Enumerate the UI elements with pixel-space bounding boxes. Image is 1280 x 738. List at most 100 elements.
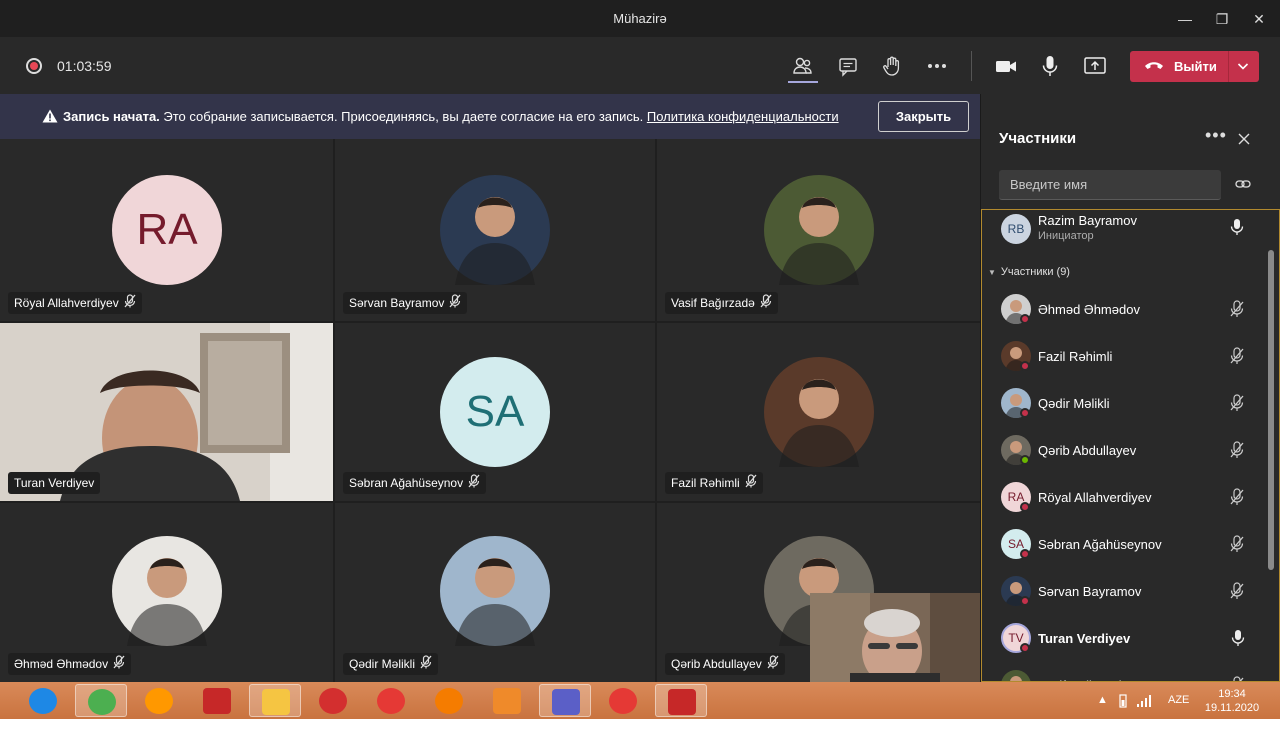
participant-name: Turan Verdiyev [14,476,95,490]
organizer-row[interactable]: RB Razim Bayramov Инициатор [982,210,1279,254]
participant-row-avatar [1001,670,1031,681]
firefox-alt-icon [145,688,173,714]
taskbar-chrome-button[interactable] [75,684,127,717]
more-actions-button[interactable] [924,53,950,79]
toolbar-divider [971,51,972,81]
participant-row[interactable]: RA Röyal Allahverdiyev [982,482,1268,526]
panel-more-options-icon[interactable]: ••• [1205,126,1227,144]
participant-row[interactable]: Qədir Məlikli [982,388,1268,432]
participant-search-input[interactable] [999,170,1221,200]
attendees-section-label: Участники (9) [1000,266,1070,278]
banner-close-button[interactable]: Закрыть [878,101,969,132]
microphone-muted-icon [124,294,136,308]
microphone-muted-icon [1230,488,1244,505]
taskbar-firefox-alt-button[interactable] [133,684,185,717]
taskbar-internet-explorer-button[interactable] [17,684,69,717]
raise-hand-button[interactable] [879,53,905,79]
taskbar-yandex-button[interactable] [365,684,417,717]
video-tile[interactable]: SA Səbran Ağahüseynov [335,323,655,501]
taskbar-autocad-button[interactable] [191,684,243,717]
microphone-muted-icon [1230,535,1244,552]
close-window-button[interactable]: ✕ [1248,8,1270,30]
taskbar-media-player-button[interactable] [481,684,533,717]
chevron-down-icon[interactable] [1236,59,1250,73]
leave-meeting-button[interactable]: Выйти [1130,51,1259,82]
taskbar-teams-button[interactable] [539,684,591,717]
participant-mic-status [1229,535,1245,558]
participant-row[interactable]: Əhməd Əhmədov [982,294,1268,338]
participant-row[interactable]: TV Turan Verdiyev [982,623,1268,667]
participant-avatar-photo [764,357,874,467]
privacy-policy-link[interactable]: Политика конфиденциальности [647,109,839,124]
video-tile[interactable]: RA Röyal Allahverdiyev [0,139,333,321]
windows-taskbar: ▲ AZE [0,682,1280,719]
clock-date: 19.11.2020 [1204,702,1260,714]
video-tile[interactable]: Fazil Rəhimli [657,323,980,501]
self-video-preview[interactable] [810,593,980,682]
participant-row[interactable]: Vasif Bağırzadə [982,670,1268,681]
presence-status-dot [1020,408,1030,418]
participant-list-scrollbar[interactable] [1268,250,1274,570]
chat-icon [839,58,857,77]
participant-row[interactable]: Sərvan Bayramov [982,576,1268,620]
participant-row-name: Qərib Abdullayev [1038,443,1137,458]
microphone-muted-icon [1230,441,1244,458]
avatar-photo-image [455,558,535,646]
taskbar-yandex-browser-button[interactable] [597,684,649,717]
mic-muted-indicator [760,293,772,315]
microphone-muted-icon [113,655,125,669]
leave-label: Выйти [1174,59,1217,74]
share-screen-button[interactable] [1082,53,1108,79]
participant-row[interactable]: SA Səbran Ağahüseynov [982,529,1268,573]
microphone-muted-icon [745,474,757,488]
camera-toggle-button[interactable] [993,53,1019,79]
taskbar-acrobat-button[interactable] [655,684,707,717]
panel-close-icon[interactable] [1237,132,1251,146]
maximize-button[interactable]: ❐ [1211,8,1233,30]
participant-avatar-photo [764,175,874,285]
attendees-section-header[interactable]: ▼ Участники (9) [988,266,1070,278]
minimize-button[interactable]: — [1174,8,1196,30]
video-tile[interactable]: Turan Verdiyev [0,323,333,501]
participant-row[interactable]: Qərib Abdullayev [982,435,1268,479]
participant-name: Vasif Bağırzadə [671,296,755,310]
participant-name: Sərvan Bayramov [349,296,445,310]
yandex-browser-icon [609,688,637,714]
mic-muted-indicator [420,654,432,676]
microphone-on-icon [1230,219,1244,235]
taskbar-file-explorer-button[interactable] [249,684,301,717]
microphone-muted-icon [760,294,772,308]
hand-icon [883,56,900,76]
taskbar-opera-button[interactable] [307,684,359,717]
presence-status-dot [1020,549,1030,559]
show-hidden-icons[interactable]: ▲ [1097,694,1108,706]
video-tile[interactable]: Vasif Bağırzadə [657,139,980,321]
clock-time: 19:34 [1218,688,1246,700]
show-chat-button[interactable] [835,53,861,79]
meeting-timer: 01:03:59 [57,58,112,74]
participant-name-label: Fazil Rəhimli [665,472,763,494]
input-language[interactable]: AZE [1168,694,1189,706]
warning-icon [42,109,58,123]
taskbar-settings-button[interactable] [423,684,475,717]
avatar-photo-image [127,558,207,646]
participant-name-label: Səbran Ağahüseynov [343,472,487,494]
network-signal-icon[interactable] [1136,694,1152,708]
share-invite-link-icon[interactable] [1235,178,1251,190]
participant-list: RB Razim Bayramov Инициатор ▼ Участники (… [981,209,1280,682]
video-tile[interactable]: Sərvan Bayramov [335,139,655,321]
video-tile[interactable]: Qədir Məlikli [335,503,655,682]
presence-status-dot [1020,361,1030,371]
participant-name-label: Qədir Məlikli [343,653,439,676]
participant-row[interactable]: Fazil Rəhimli [982,341,1268,385]
show-participants-button[interactable] [790,53,816,79]
participant-name: Fazil Rəhimli [671,476,740,490]
participants-active-indicator [788,81,818,83]
presence-status-dot [1020,502,1030,512]
battery-icon[interactable] [1116,694,1130,708]
meeting-controls-bar: 01:03:59 Выйти [0,37,1280,94]
video-tile[interactable]: Əhməd Əhmədov [0,503,333,682]
microphone-toggle-button[interactable] [1037,53,1063,79]
system-clock[interactable]: 19:34 19.11.2020 [1204,687,1260,715]
participant-mic-status [1229,441,1245,464]
